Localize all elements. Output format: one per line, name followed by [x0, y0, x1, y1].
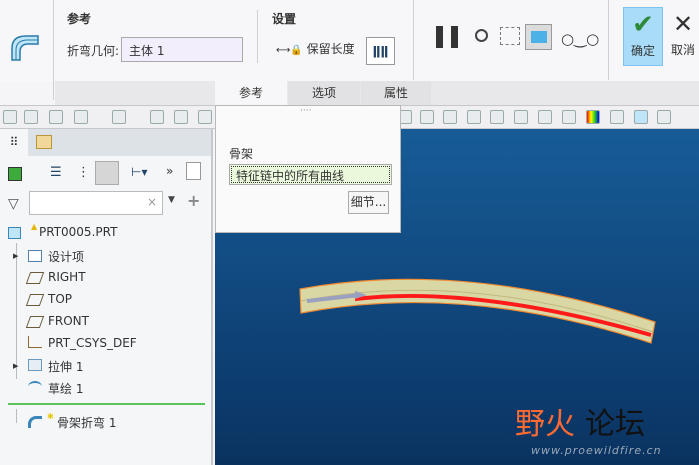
watermark-title-b: 论坛 — [585, 407, 645, 442]
skeleton-bend-icon — [28, 416, 42, 428]
bend-geometry-field[interactable]: 主体 1 — [121, 37, 243, 62]
shading-icon[interactable] — [514, 110, 528, 124]
settings-group-title: 设置 — [272, 12, 297, 26]
extrude-icon — [28, 359, 42, 371]
filter-icon: ▽ — [8, 196, 19, 212]
new-feature-icon: ✱ — [47, 412, 54, 421]
clear-icon[interactable]: × — [147, 195, 157, 209]
chevron-down-icon[interactable]: ▼ — [168, 195, 175, 205]
ref-group-title: 参考 — [67, 12, 92, 26]
cancel-label: 取消 — [670, 43, 695, 57]
zoom-icon[interactable] — [467, 110, 481, 124]
redo-icon[interactable] — [112, 110, 126, 124]
expand-icon[interactable]: ▶ — [13, 362, 18, 370]
saved-views-icon[interactable] — [443, 110, 457, 124]
ok-button[interactable]: ✔ 确定 — [623, 7, 663, 66]
tree-item-design-items[interactable]: 设计项 — [48, 248, 84, 265]
align-icon: ǁǁ — [372, 44, 389, 58]
keep-length-label: 保留长度 — [306, 42, 355, 56]
tree-item-front[interactable]: FRONT — [48, 314, 89, 328]
bend-geometry-label: 折弯几何: — [67, 44, 120, 58]
datum-plane-icon — [25, 294, 45, 306]
tab-row: 参考 选项 属性 — [55, 81, 699, 105]
part-icon — [8, 227, 21, 239]
show-icon[interactable]: ⋮ — [77, 165, 90, 180]
tree-root[interactable]: PRT0005.PRT — [39, 225, 117, 239]
preview-geometry-icon[interactable] — [525, 24, 552, 50]
details-button[interactable]: 细节... — [348, 191, 389, 214]
no-preview-icon[interactable] — [475, 29, 488, 42]
tree-filter-icon[interactable]: ⊢▾ — [131, 165, 147, 179]
keep-length-toggle[interactable]: ⟷🔒 保留长度 — [276, 40, 355, 57]
regenerate-icon[interactable] — [150, 110, 164, 124]
datum-plane-icon — [25, 316, 45, 328]
tree-item-top[interactable]: TOP — [48, 292, 72, 306]
view-icon[interactable] — [420, 110, 434, 124]
tree-item-right[interactable]: RIGHT — [48, 270, 86, 284]
solid-icon[interactable] — [634, 110, 648, 124]
ok-label: 确定 — [630, 44, 655, 58]
tab-references[interactable]: 参考 — [215, 81, 287, 105]
section-icon[interactable] — [610, 110, 624, 124]
sketch-view-icon[interactable] — [490, 110, 504, 124]
datum-plane-icon — [25, 272, 45, 284]
design-items-icon — [28, 250, 42, 262]
hidden-line-icon[interactable] — [538, 110, 552, 124]
notes-icon[interactable] — [186, 162, 201, 180]
add-icon[interactable]: + — [187, 191, 200, 210]
flip-direction-button[interactable]: ǁǁ — [366, 37, 395, 65]
tree-item-skeleton-bend[interactable]: 骨架折弯 1 — [57, 414, 116, 431]
tree-item-extrude[interactable]: 拉伸 1 — [48, 358, 83, 375]
tree-search-input[interactable] — [29, 191, 163, 215]
verify-glasses-icon[interactable]: ○‿○ — [561, 30, 599, 48]
skeleton-collector[interactable]: 特征链中的所有曲线 — [229, 164, 392, 185]
skeleton-bend-icon — [11, 35, 39, 61]
check-icon: ✔ — [632, 10, 654, 40]
eye-icon[interactable] — [198, 110, 212, 124]
tab-properties[interactable]: 属性 — [361, 81, 431, 105]
warning-icon: ▲ — [31, 222, 38, 231]
ribbon: 参考 折弯几何: 主体 1 设置 ⟷🔒 保留长度 ǁǁ ○‿○ ✔ 确定 ✕ 取… — [0, 0, 699, 100]
columns-icon[interactable] — [95, 161, 119, 185]
curvature-icon[interactable] — [586, 110, 600, 124]
undo-icon[interactable] — [74, 110, 88, 124]
close-icon: ✕ — [672, 10, 694, 38]
new-icon[interactable] — [3, 110, 17, 124]
cancel-button[interactable]: ✕ 取消 — [667, 7, 699, 66]
panel-tabs: ⠿ — [0, 129, 211, 156]
model-tree-panel: ⠿ ☰ ⋮ ⊢▾ » ▽ × ▼ + ▲ PRT0005.PRT ▶ 设计项 R… — [0, 129, 213, 465]
sketch-icon — [28, 381, 42, 393]
tree-item-sketch[interactable]: 草绘 1 — [48, 380, 83, 397]
skeleton-label: 骨架 — [229, 147, 254, 161]
expand-icon[interactable]: ▶ — [13, 252, 18, 260]
tree-item-csys[interactable]: PRT_CSYS_DEF — [48, 336, 137, 350]
insert-here-marker[interactable] — [8, 403, 205, 405]
pause-icon[interactable] — [436, 26, 458, 48]
tab-options[interactable]: 选项 — [288, 81, 360, 105]
no-hidden-icon[interactable] — [562, 110, 576, 124]
display-style-icon[interactable] — [657, 110, 671, 124]
model-tree-tab-icon[interactable]: ⠿ — [0, 129, 28, 156]
references-panel: ···· 骨架 特征链中的所有曲线 细节... — [215, 105, 401, 233]
part-color-icon[interactable] — [8, 167, 22, 181]
open-icon[interactable] — [24, 110, 38, 124]
watermark-url: www.proewildfire.cn — [531, 444, 662, 457]
layers-icon[interactable] — [174, 110, 188, 124]
folder-tab-icon[interactable] — [36, 135, 52, 149]
more-icon[interactable]: » — [166, 164, 173, 178]
csys-icon — [28, 336, 42, 348]
lock-length-icon: ⟷🔒 — [276, 45, 303, 56]
preview-wire-icon[interactable] — [500, 27, 520, 45]
save-icon[interactable] — [49, 110, 63, 124]
tree-settings-icon[interactable]: ☰ — [50, 165, 62, 180]
drag-handle[interactable]: ···· — [300, 106, 311, 116]
watermark-title-a: 野火 — [515, 407, 575, 442]
